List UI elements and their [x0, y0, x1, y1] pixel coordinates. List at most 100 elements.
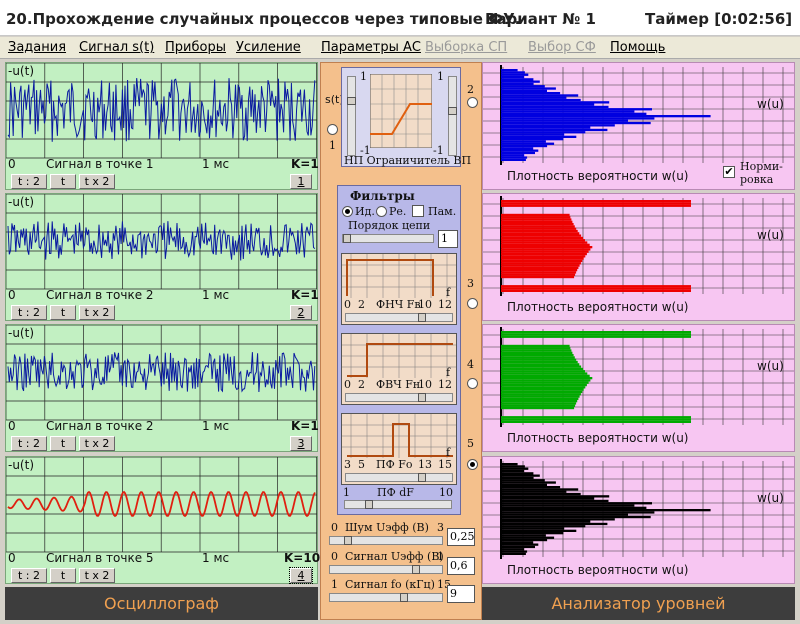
oscilloscope-channel: -u(t) 0 Сигнал в точке 2 1 мс K=1 t : 2tt x 2… — [5, 193, 319, 321]
time-expand-button[interactable]: t x 2 — [79, 568, 115, 583]
param-slider[interactable] — [329, 593, 443, 602]
channel-source-button[interactable]: 1 — [290, 174, 312, 189]
limiter-low-slider[interactable] — [347, 76, 356, 156]
gain-label: K=1 — [291, 288, 319, 302]
channel-source-button[interactable]: 2 — [290, 305, 312, 320]
param-slider[interactable] — [329, 536, 443, 545]
bpf-width-min: 1 — [343, 486, 350, 499]
limiter-scale-right-top: 1 — [437, 70, 444, 83]
param-label: Шум Uэфф (В) — [345, 521, 429, 534]
time-reset-button[interactable]: t — [50, 174, 76, 189]
title-bar: 20.Прохождение случайных процессов через… — [0, 0, 800, 36]
menu-gain[interactable]: Усиление — [236, 40, 301, 55]
filter-bpf-block: f 3 5 ПФ Fо 13 15 — [341, 413, 457, 485]
limiter-characteristic — [370, 74, 432, 148]
param-value[interactable]: 9 — [447, 585, 475, 603]
filter-ideal-label: Ид. — [355, 205, 375, 218]
limiter-high-slider[interactable] — [448, 76, 457, 156]
time-reset-button[interactable]: t — [50, 305, 76, 320]
y-axis-label: -u(t) — [8, 64, 35, 78]
bpf-width-slider[interactable] — [344, 500, 452, 509]
filter-hpf-slider[interactable] — [345, 393, 453, 402]
bpf-width-max: 10 — [439, 486, 453, 499]
filter-memory-checkbox[interactable] — [412, 205, 424, 217]
menu-sample: Выборка СП — [425, 40, 508, 55]
time-shrink-button[interactable]: t : 2 — [11, 174, 47, 189]
time-expand-button[interactable]: t x 2 — [79, 174, 115, 189]
analyzer-caption: Плотность вероятности w(u) — [507, 300, 689, 314]
time-shrink-button[interactable]: t : 2 — [11, 436, 47, 451]
normalize-checkbox[interactable]: ✔ — [723, 166, 735, 178]
y-axis-label: -u(t) — [8, 195, 35, 209]
filter-lpf-slider[interactable] — [345, 313, 453, 322]
y-axis-label: -u(t) — [8, 458, 35, 472]
time-shrink-button[interactable]: t : 2 — [11, 568, 47, 583]
histogram — [483, 196, 794, 296]
analyzer-label: Анализатор уровней — [482, 587, 795, 620]
filter-port-4-label: 4 — [467, 358, 474, 371]
w-axis-label: w(u) — [757, 97, 784, 111]
time-start-label: 0 — [8, 288, 16, 302]
time-shrink-button[interactable]: t : 2 — [11, 305, 47, 320]
time-scale-label: 1 мс — [202, 288, 230, 302]
w-axis-label: w(u) — [757, 359, 784, 373]
limiter-scale-left-top: 1 — [360, 70, 367, 83]
filter-port-3-radio[interactable] — [467, 298, 478, 309]
filters-title: Фильтры — [350, 189, 415, 203]
histogram — [483, 459, 794, 559]
channel-caption: Сигнал в точке 2 — [46, 419, 154, 433]
filter-port-5-radio[interactable] — [467, 459, 478, 470]
menu-instruments[interactable]: Приборы — [165, 40, 226, 55]
time-start-label: 0 — [8, 551, 16, 565]
menu-signal[interactable]: Сигнал s(t) — [79, 40, 154, 55]
channel-source-button[interactable]: 3 — [290, 436, 312, 451]
time-expand-button[interactable]: t x 2 — [79, 305, 115, 320]
filter-port-5-label: 5 — [467, 437, 474, 450]
channel-caption: Сигнал в точке 2 — [46, 288, 154, 302]
time-expand-button[interactable]: t x 2 — [79, 436, 115, 451]
filter-ideal-radio[interactable] — [342, 206, 353, 217]
filter-order-slider[interactable] — [342, 234, 434, 243]
menu-help[interactable]: Помощь — [610, 40, 665, 55]
filter-scale-label: 5 — [358, 458, 365, 471]
filter-scale-label: 0 — [344, 298, 351, 311]
time-reset-button[interactable]: t — [50, 436, 76, 451]
gain-label: K=1 — [291, 419, 319, 433]
param-value[interactable]: 0,25 — [447, 528, 475, 546]
y-axis-label: -u(t) — [8, 326, 35, 340]
filter-order-value[interactable]: 1 — [438, 230, 458, 248]
bpf-width-control: 1 ПФ dF 10 — [341, 486, 457, 512]
time-reset-button[interactable]: t — [50, 568, 76, 583]
timer-label: Таймер [0:02:56] — [645, 10, 793, 28]
oscilloscope-label: Осциллограф — [5, 587, 318, 620]
limiter-port-2-label: 2 — [467, 83, 474, 96]
oscilloscope-channel: -u(t) 0 Сигнал в точке 2 1 мс K=1 t : 2tt x 2… — [5, 324, 319, 452]
limiter-label: НП Ограничитель ВП — [344, 154, 472, 167]
filter-memory-label: Пам. — [428, 205, 457, 218]
oscilloscope-trace — [6, 194, 317, 290]
limiter-port-1-label: 1 — [329, 139, 336, 152]
menu-tasks[interactable]: Задания — [8, 40, 66, 55]
channel-source-button[interactable]: 4 — [289, 567, 313, 584]
param-max: 1 — [437, 550, 444, 563]
filter-scale-label: 3 — [344, 458, 351, 471]
filter-hpf-response — [342, 334, 456, 378]
filter-scale-label: 10 — [418, 378, 432, 391]
filter-bpf-slider[interactable] — [345, 473, 453, 482]
filter-scale-label: ПФ Fо — [376, 458, 413, 471]
filter-port-4-radio[interactable] — [467, 378, 478, 389]
param-min: 0 — [331, 550, 338, 563]
menu-params[interactable]: Параметры АС — [321, 40, 421, 55]
filter-scale-label: 12 — [438, 378, 452, 391]
param-slider[interactable] — [329, 565, 443, 574]
limiter-port-1-radio[interactable] — [327, 124, 338, 135]
oscilloscope-trace — [6, 457, 317, 553]
filter-real-radio[interactable] — [376, 206, 387, 217]
param-value[interactable]: 0,6 — [447, 557, 475, 575]
histogram — [483, 327, 794, 427]
param-min: 1 — [331, 578, 338, 591]
limiter-port-2-radio[interactable] — [467, 97, 478, 108]
oscilloscope-trace — [6, 63, 317, 159]
param-min: 0 — [331, 521, 338, 534]
filter-scale-label: 13 — [418, 458, 432, 471]
